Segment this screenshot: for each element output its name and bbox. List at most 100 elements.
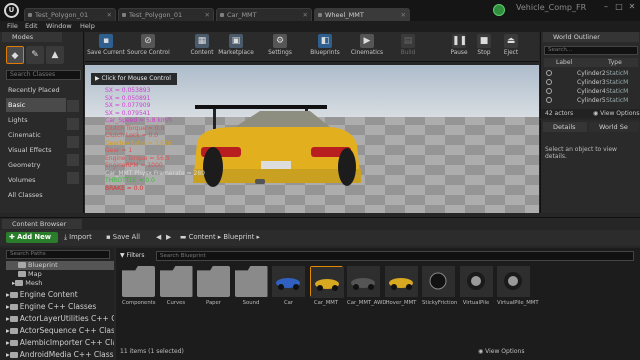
asset-tile[interactable]: Hover_MMT [384,266,418,307]
place-mode-icon[interactable]: ◆ [6,46,24,64]
source-control-icon: ⊘ [141,34,155,48]
blueprints-button[interactable]: ◧ Blueprints [308,34,342,61]
debug-stat-line: BRAKE = 0.0 [105,184,144,192]
breadcrumb-content[interactable]: Content [189,233,216,241]
visibility-eye-icon[interactable] [546,97,552,103]
details-tab[interactable]: Details [543,122,587,132]
visibility-eye-icon[interactable] [546,70,552,76]
category-visual-effects[interactable]: Visual Effects [6,143,66,157]
settings-button[interactable]: ⚙ Settings [265,34,295,61]
stop-button[interactable]: ■ Stop [473,34,495,61]
column-type[interactable]: Type [608,58,622,67]
import-label: Import [69,233,92,241]
toolbar-label: Pause [450,50,468,56]
close-icon[interactable]: ✕ [401,9,406,21]
debug-stat-line: EngineRPM = 1000 [105,162,163,169]
forward-button[interactable]: ▶ [166,232,171,243]
close-button[interactable]: ✕ [626,2,638,12]
menu-window[interactable]: Window [46,21,72,32]
category-basic[interactable]: Basic [6,98,66,112]
cinematics-button[interactable]: ▶ Cinematics [350,34,384,61]
category-cinematic[interactable]: Cinematic [6,128,66,142]
save-current-button[interactable]: ▪ Save Current [87,34,125,61]
tree-item-blueprint[interactable]: Blueprint [6,261,114,270]
world-outliner-tab[interactable]: World Outliner [543,32,639,42]
build-button[interactable]: ▤ Build [395,34,421,61]
asset-name: Components [122,300,156,306]
filters-button[interactable]: ▼ Filters [120,251,150,261]
category-volumes[interactable]: Volumes [6,173,66,187]
asset-tile[interactable]: Car_MMT [309,266,344,307]
asset-tile[interactable]: Curves [159,266,193,307]
tree-item-androidmedia[interactable]: ▸ AndroidMedia C++ Class [6,349,114,360]
maximize-button[interactable]: □ [613,2,625,12]
close-icon[interactable]: ✕ [205,9,210,21]
close-icon[interactable]: ✕ [303,9,308,21]
content-browser-tab[interactable]: Content Browser [2,219,82,229]
back-button[interactable]: ◀ [156,232,161,243]
outliner-row[interactable]: Cylinder2 StaticM [544,69,638,78]
marketplace-button[interactable]: ▣ Marketplace [218,34,254,61]
view-options-button[interactable]: ◉ View Options [478,348,524,355]
tree-item-alembic[interactable]: ▸ AlembicImporter C++ Cla [6,337,114,348]
asset-tile[interactable]: VirtualPile [459,266,493,307]
content-button[interactable]: ▦ Content [188,34,216,61]
outliner-row[interactable]: Cylinder5 StaticM [544,96,638,105]
category-lights[interactable]: Lights [6,113,66,127]
folder-icon [159,266,193,297]
save-all-button[interactable]: ▪ Save All [106,232,140,243]
mouse-control-button[interactable]: ▶ Click for Mouse Control [91,73,177,85]
eject-button[interactable]: ⏏ Eject [499,34,523,61]
tree-item-engine-cpp[interactable]: ▸ Engine C++ Classes [6,301,114,312]
asset-tile[interactable]: VirtualPile_MMT [497,266,539,307]
tab-test-polygon-2[interactable]: Test_Polygon_01 ✕ [118,8,214,21]
world-settings-tab[interactable]: World Se [589,122,639,132]
actor-preview-icon [67,136,79,148]
add-new-button[interactable]: ✚ Add New [6,232,58,243]
level-viewport[interactable]: ▶ Click for Mouse Control SX = 0.053893 S… [85,65,539,213]
outliner-search-input[interactable]: Search... [544,46,638,55]
asset-tile[interactable]: Car [272,266,305,307]
sphere-thumbnail-icon [422,266,455,297]
asset-tile[interactable]: Car_MMT_AWD [347,266,386,307]
outliner-header: Label Type [544,58,638,67]
asset-tile[interactable]: StickyFriction [422,266,457,307]
tree-item-actorsequence[interactable]: ▸ ActorSequence C++ Class [6,325,114,336]
tree-item-map[interactable]: Map [6,270,114,279]
close-icon[interactable]: ✕ [107,9,112,21]
pause-button[interactable]: ❚❚ Pause [447,34,471,61]
menu-help[interactable]: Help [80,21,95,32]
minimize-button[interactable]: – [600,2,612,12]
column-label[interactable]: Label [556,58,572,67]
tab-test-polygon-1[interactable]: Test_Polygon_01 ✕ [24,8,116,21]
visibility-eye-icon[interactable] [546,88,552,94]
category-recently-placed[interactable]: Recently Placed [6,83,66,97]
visibility-eye-icon[interactable] [546,79,552,85]
tree-item-actorlayer[interactable]: ▸ ActorLayerUtilities C++ C [6,313,114,324]
asset-tile[interactable]: Sound [234,266,268,307]
import-button[interactable]: ⤓ Import [64,232,92,243]
outliner-row[interactable]: Cylinder3 StaticM [544,78,638,87]
landscape-mode-icon[interactable]: ▲ [46,46,64,64]
menu-edit[interactable]: Edit [25,21,38,32]
tab-car-mmt[interactable]: Car_MMT ✕ [216,8,312,21]
tree-item-engine-content[interactable]: ▸ Engine Content [6,289,114,300]
tree-item-mesh[interactable]: ▸ Mesh [6,279,114,288]
category-geometry[interactable]: Geometry [6,158,66,172]
outliner-row[interactable]: Cylinder4 StaticM [544,87,638,96]
class-search-input[interactable]: Search Classes [6,70,81,80]
paint-mode-icon[interactable]: ✎ [26,46,44,64]
view-options-button[interactable]: ◉ View Options [593,109,639,118]
asset-tile[interactable]: Components [122,266,156,307]
asset-tile[interactable]: Paper [197,266,230,307]
category-all-classes[interactable]: All Classes [6,188,66,202]
asset-count: 11 items (1 selected) [120,348,184,355]
breadcrumb-blueprint[interactable]: Blueprint [223,233,254,241]
asset-search-input[interactable]: Search Blueprint [156,251,634,261]
menu-file[interactable]: File [7,21,18,32]
asset-name: Hover_MMT [385,300,417,306]
source-control-button[interactable]: ⊘ Source Control [127,34,170,61]
path-search-input[interactable]: Search Paths [6,250,110,259]
tab-wheel-mmt[interactable]: Wheel_MMT ✕ [314,8,410,21]
modes-tab[interactable]: Modes [2,32,62,42]
